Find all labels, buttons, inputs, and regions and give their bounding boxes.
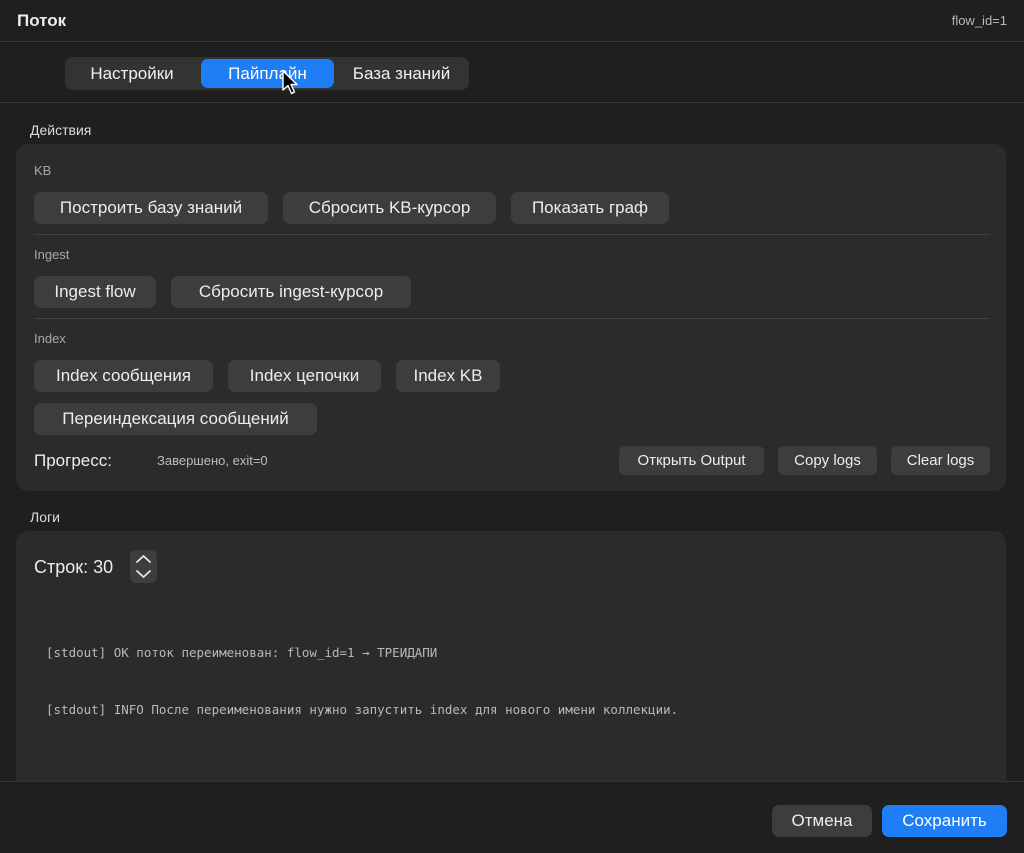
reindex-messages-button[interactable]: Переиндексация сообщений (34, 403, 317, 435)
progress-status: Завершено, exit=0 (157, 453, 268, 468)
mouse-cursor-icon (282, 70, 298, 95)
tab-settings[interactable]: Настройки (69, 59, 195, 88)
save-button[interactable]: Сохранить (882, 805, 1007, 837)
copy-logs-button[interactable]: Copy logs (778, 446, 877, 475)
reset-ingest-cursor-button[interactable]: Сбросить ingest-курсор (171, 276, 411, 308)
ingest-flow-button[interactable]: Ingest flow (34, 276, 156, 308)
show-graph-button[interactable]: Показать граф (511, 192, 669, 224)
flow-dialog: Поток flow_id=1 Настройки Пайплайн База … (0, 0, 1024, 853)
rows-stepper[interactable] (130, 550, 157, 583)
rows-count-label: Строк: 30 (34, 557, 114, 577)
chevron-down-icon[interactable] (130, 566, 157, 582)
flow-id-label: flow_id=1 (951, 13, 1007, 28)
index-chains-button[interactable]: Index цепочки (228, 360, 381, 392)
index-kb-button[interactable]: Index KB (396, 360, 500, 392)
progress-label: Прогресс: (34, 451, 112, 470)
divider (34, 234, 990, 235)
build-knowledge-base-button[interactable]: Построить базу знаний (34, 192, 268, 224)
divider (34, 318, 990, 319)
kb-group-label: KB (34, 163, 52, 178)
tab-segmented-control: Настройки Пайплайн База знаний (65, 57, 469, 90)
index-group-label: Index (34, 331, 66, 346)
reset-kb-cursor-button[interactable]: Сбросить KB-курсор (283, 192, 496, 224)
log-line: [stdout] OK поток переименован: flow_id=… (46, 645, 438, 660)
title-bar: Поток flow_id=1 (0, 0, 1024, 42)
window-title: Поток (17, 11, 67, 30)
cancel-button[interactable]: Отмена (772, 805, 872, 837)
tabs-row: Настройки Пайплайн База знаний (0, 43, 1024, 103)
open-output-button[interactable]: Открыть Output (619, 446, 764, 475)
chevron-up-icon[interactable] (130, 551, 157, 567)
clear-logs-button[interactable]: Clear logs (891, 446, 990, 475)
logs-section-label: Логи (30, 509, 60, 525)
log-line: [stdout] INFO После переименования нужно… (46, 702, 679, 717)
actions-section-label: Действия (30, 122, 92, 138)
dialog-footer: Отмена Сохранить (0, 781, 1024, 853)
tab-knowledge-base[interactable]: База знаний (336, 59, 467, 88)
tab-pipeline[interactable]: Пайплайн (201, 59, 334, 88)
actions-panel: KB Построить базу знаний Сбросить KB-кур… (16, 144, 1006, 491)
index-messages-button[interactable]: Index сообщения (34, 360, 213, 392)
logs-panel: Строк: 30 [stdout] OK поток переименован… (16, 531, 1006, 781)
log-output: [stdout] OK поток переименован: flow_id=… (46, 605, 678, 757)
ingest-group-label: Ingest (34, 247, 70, 262)
